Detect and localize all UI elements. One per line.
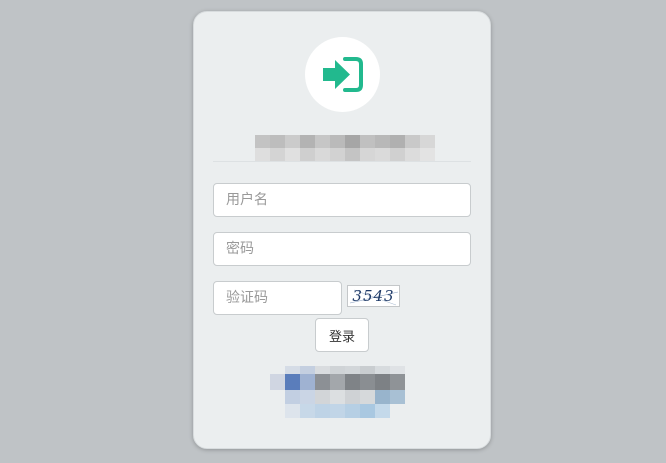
login-card: 3543 登录 [193,11,491,449]
logo-badge [305,37,380,112]
login-button[interactable]: 登录 [315,318,369,352]
captcha-image[interactable]: 3543 [347,285,400,307]
captcha-input[interactable] [213,281,342,315]
sign-in-icon [323,57,363,92]
username-input[interactable] [213,183,471,217]
title-obscured [255,135,435,161]
footer-obscured [270,366,405,418]
captcha-text: 3543 [352,287,395,305]
password-input[interactable] [213,232,471,266]
divider [213,161,471,162]
